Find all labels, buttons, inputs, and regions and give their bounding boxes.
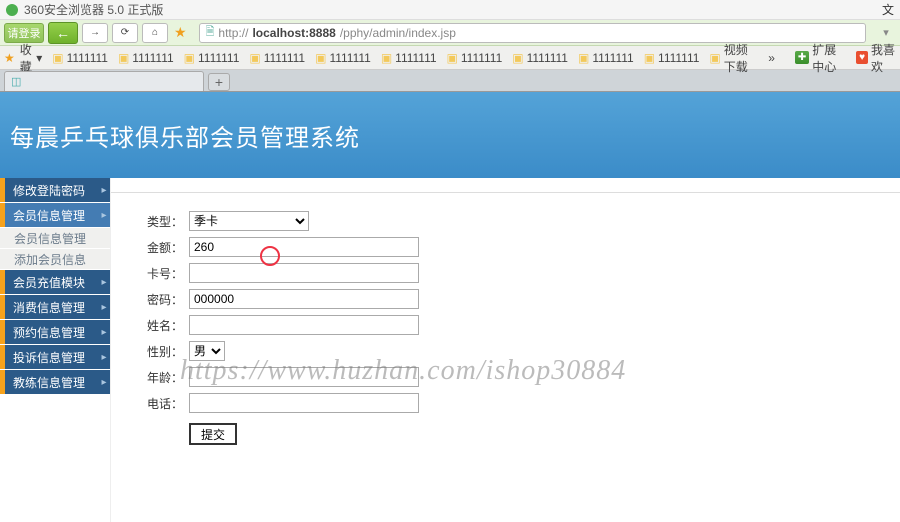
row-tel: 电话： [123,393,888,413]
folder-icon: ▣ [315,51,326,65]
browser-title-bar: 360安全浏览器 5.0 正式版 文 [0,0,900,20]
browser-nav-bar: 请登录 ← → ⟳ ⌂ ★ 🗎 http:// localhost:8888/pp… [0,20,900,46]
browser-title: 360安全浏览器 5.0 正式版 [24,1,163,18]
type-label: 类型： [123,213,183,230]
tel-label: 电话： [123,395,183,412]
bookmark-item[interactable]: ▣1111111 [118,51,174,65]
folder-icon: ▣ [578,51,589,65]
pwd-label: 密码： [123,291,183,308]
sidebar-sub-member-list[interactable]: 会员信息管理 [0,228,110,248]
heart-icon: ♥ [856,51,868,64]
tab-current[interactable]: ◫ [4,71,204,91]
bookmark-item[interactable]: ▣1111111 [315,51,371,65]
bookmark-item[interactable]: ▣1111111 [249,51,305,65]
back-button[interactable]: ← [48,22,78,44]
folder-icon: ▣ [709,51,720,65]
sidebar-item-reserve[interactable]: 预约信息管理 [0,320,110,344]
card-label: 卡号： [123,265,183,282]
tab-strip: ◫ + [0,70,900,92]
doc-icon: 🗎 [206,23,215,42]
amount-label: 金额： [123,239,183,256]
sidebar-item-complaint[interactable]: 投诉信息管理 [0,345,110,369]
sex-label: 性别： [123,343,183,360]
bookmark-item[interactable]: ▣1111111 [184,51,240,65]
name-label: 姓名： [123,317,183,334]
card-input[interactable] [189,263,419,283]
like-button[interactable]: ♥我喜欢 [856,41,896,75]
folder-icon: ▣ [52,51,63,65]
row-type: 类型： 季卡 [123,211,888,231]
row-pwd: 密码： [123,289,888,309]
app-header: 每晨乒乓球俱乐部会员管理系统 [0,92,900,178]
sidebar-item-password[interactable]: 修改登陆密码 [0,178,110,202]
login-button[interactable]: 请登录 [4,23,44,43]
url-dropdown-icon[interactable]: ▾ [876,24,896,42]
star-icon: ★ [4,51,15,65]
sidebar-sub-add-member[interactable]: 添加会员信息 [0,249,110,269]
sidebar-item-member-info[interactable]: 会员信息管理 [0,203,110,227]
bookmark-item[interactable]: ▣1111111 [381,51,437,65]
bookmark-bar: ★ 收藏 ▾ ▣1111111 ▣1111111 ▣1111111 ▣11111… [0,46,900,70]
content: 类型： 季卡 金额： 卡号： 密码： 姓名： 性别： [110,178,900,522]
row-amount: 金额： [123,237,888,257]
sidebar-item-consume[interactable]: 消费信息管理 [0,295,110,319]
folder-icon: ▣ [447,51,458,65]
sex-select[interactable]: 男 [189,341,225,361]
main-area: 修改登陆密码 会员信息管理 会员信息管理 添加会员信息 会员充值模块 消费信息管… [0,178,900,522]
folder-icon: ▣ [512,51,523,65]
row-name: 姓名： [123,315,888,335]
new-tab-button[interactable]: + [208,73,230,91]
age-input[interactable] [189,367,419,387]
submit-button[interactable]: 提交 [189,423,237,445]
url-bar[interactable]: 🗎 http:// localhost:8888/pphy/admin/index… [199,23,866,43]
tel-input[interactable] [189,393,419,413]
folder-icon: ▣ [381,51,392,65]
name-input[interactable] [189,315,419,335]
sidebar-item-recharge[interactable]: 会员充值模块 [0,270,110,294]
folder-icon: ▣ [249,51,260,65]
reload-button[interactable]: ⟳ [112,23,138,43]
ext-center[interactable]: ✚扩展中心 [795,41,846,75]
amount-input[interactable] [189,237,419,257]
bookmark-item[interactable]: ▣1111111 [52,51,108,65]
age-label: 年龄： [123,369,183,386]
sidebar: 修改登陆密码 会员信息管理 会员信息管理 添加会员信息 会员充值模块 消费信息管… [0,178,110,522]
row-age: 年龄： [123,367,888,387]
bookmark-item[interactable]: ▣1111111 [644,51,700,65]
sidebar-item-coach[interactable]: 教练信息管理 [0,370,110,394]
browser-favicon [6,4,18,16]
bookmark-item[interactable]: ▣1111111 [512,51,568,65]
bookmark-more[interactable]: » [768,51,775,65]
ext-icon: ✚ [795,51,809,64]
folder-icon: ▣ [184,51,195,65]
url-prefix: http:// [218,26,248,40]
page-title: 每晨乒乓球俱乐部会员管理系统 [10,118,360,153]
tab-icon: ◫ [11,75,21,88]
folder-icon: ▣ [644,51,655,65]
row-sex: 性别： 男 [123,341,888,361]
bookmark-item[interactable]: ▣1111111 [447,51,503,65]
bookmark-item[interactable]: ▣1111111 [578,51,634,65]
folder-icon: ▣ [118,51,129,65]
pwd-input[interactable] [189,289,419,309]
forward-button[interactable]: → [82,23,108,43]
row-card: 卡号： [123,263,888,283]
bookmark-video[interactable]: ▣视频下载 [709,41,758,75]
top-right-text[interactable]: 文 [882,1,894,18]
type-select[interactable]: 季卡 [189,211,309,231]
url-path: /pphy/admin/index.jsp [340,26,456,40]
home-button[interactable]: ⌂ [142,23,168,43]
star-icon[interactable]: ★ [174,24,187,41]
url-host: localhost:8888 [252,26,335,40]
favorites-label[interactable]: ★ 收藏 ▾ [4,41,42,75]
